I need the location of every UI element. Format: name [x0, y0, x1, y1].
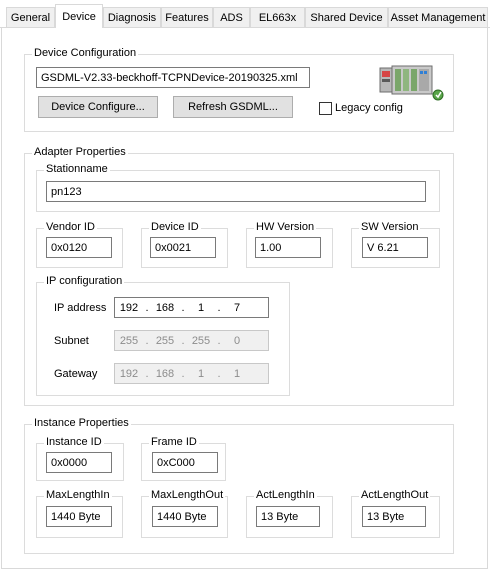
stationname-field[interactable]: pn123	[46, 181, 426, 202]
ip-dot: .	[181, 301, 185, 314]
adapter-properties-title: Adapter Properties	[32, 146, 128, 158]
vendor-id-label: Vendor ID	[44, 221, 97, 233]
device-configure-button[interactable]: Device Configure...	[38, 96, 158, 118]
gsdml-file-field[interactable]: GSDML-V2.33-beckhoff-TCPNDevice-20190325…	[36, 67, 310, 88]
tab-shared-device[interactable]: Shared Device	[305, 7, 388, 27]
device-id-label: Device ID	[149, 221, 201, 233]
ip-dot: .	[145, 367, 149, 380]
gateway-field: 192. 168. 1. 1	[114, 363, 269, 384]
tab-strip: General Device Diagnosis Features ADS EL…	[0, 0, 490, 28]
max-length-out-label: MaxLengthOut	[149, 489, 226, 501]
ip-dot: .	[181, 334, 185, 347]
subnet-label: Subnet	[54, 335, 89, 347]
ip-dot: .	[217, 334, 221, 347]
tab-general[interactable]: General	[6, 7, 55, 27]
max-length-in-field[interactable]: 1440 Byte	[46, 506, 112, 527]
max-length-in-label: MaxLengthIn	[44, 489, 112, 501]
device-id-field[interactable]: 0x0021	[150, 237, 216, 258]
subnet-octet-3: 255	[191, 334, 211, 347]
legacy-config-label: Legacy config	[335, 102, 403, 114]
ip-dot: .	[145, 301, 149, 314]
subnet-octet-2: 255	[155, 334, 175, 347]
act-length-out-label: ActLengthOut	[359, 489, 431, 501]
frame-id-label: Frame ID	[149, 436, 199, 448]
ip-address-octet-4[interactable]: 7	[223, 302, 251, 314]
gateway-octet-3: 1	[197, 367, 205, 380]
gateway-octet-1: 192	[119, 367, 139, 380]
gateway-octet-4: 1	[233, 367, 241, 380]
tab-diagnosis[interactable]: Diagnosis	[103, 7, 161, 27]
ip-address-octet-1[interactable]: 192	[115, 302, 143, 314]
ip-dot: .	[181, 367, 185, 380]
gateway-label: Gateway	[54, 368, 98, 380]
tab-el663x[interactable]: EL663x	[250, 7, 305, 27]
tab-asset-management[interactable]: Asset Management	[388, 7, 488, 27]
network-device-icon	[378, 62, 446, 104]
sw-version-label: SW Version	[359, 221, 421, 233]
act-length-out-field[interactable]: 13 Byte	[362, 506, 426, 527]
ip-configuration-title: IP configuration	[44, 275, 125, 287]
ip-dot: .	[217, 367, 221, 380]
vendor-id-field[interactable]: 0x0120	[46, 237, 112, 258]
gateway-octet-2: 168	[155, 367, 175, 380]
ip-address-label: IP address	[54, 302, 107, 314]
tab-ads[interactable]: ADS	[213, 7, 250, 27]
act-length-in-field[interactable]: 13 Byte	[256, 506, 320, 527]
ip-dot: .	[145, 334, 149, 347]
ip-address-octet-3[interactable]: 1	[187, 302, 215, 314]
act-length-in-label: ActLengthIn	[254, 489, 317, 501]
max-length-out-field[interactable]: 1440 Byte	[152, 506, 218, 527]
hw-version-field[interactable]: 1.00	[255, 237, 321, 258]
instance-id-field[interactable]: 0x0000	[46, 452, 112, 473]
tab-features[interactable]: Features	[161, 7, 213, 27]
ip-dot: .	[217, 301, 221, 314]
instance-id-label: Instance ID	[44, 436, 104, 448]
subnet-field: 255. 255. 255. 0	[114, 330, 269, 351]
subnet-octet-1: 255	[119, 334, 139, 347]
sw-version-field[interactable]: V 6.21	[362, 237, 428, 258]
ip-address-octet-2[interactable]: 168	[151, 302, 179, 314]
instance-properties-title: Instance Properties	[32, 417, 131, 429]
tab-device[interactable]: Device	[55, 4, 103, 28]
ip-address-field[interactable]: 192. 168. 1. 7	[114, 297, 269, 318]
stationname-label: Stationname	[44, 163, 110, 175]
subnet-octet-4: 0	[233, 334, 241, 347]
frame-id-field[interactable]: 0xC000	[152, 452, 218, 473]
hw-version-label: HW Version	[254, 221, 317, 233]
device-configuration-title: Device Configuration	[32, 47, 139, 59]
refresh-gsdml-button[interactable]: Refresh GSDML...	[173, 96, 293, 118]
legacy-config-checkbox[interactable]	[319, 102, 332, 115]
